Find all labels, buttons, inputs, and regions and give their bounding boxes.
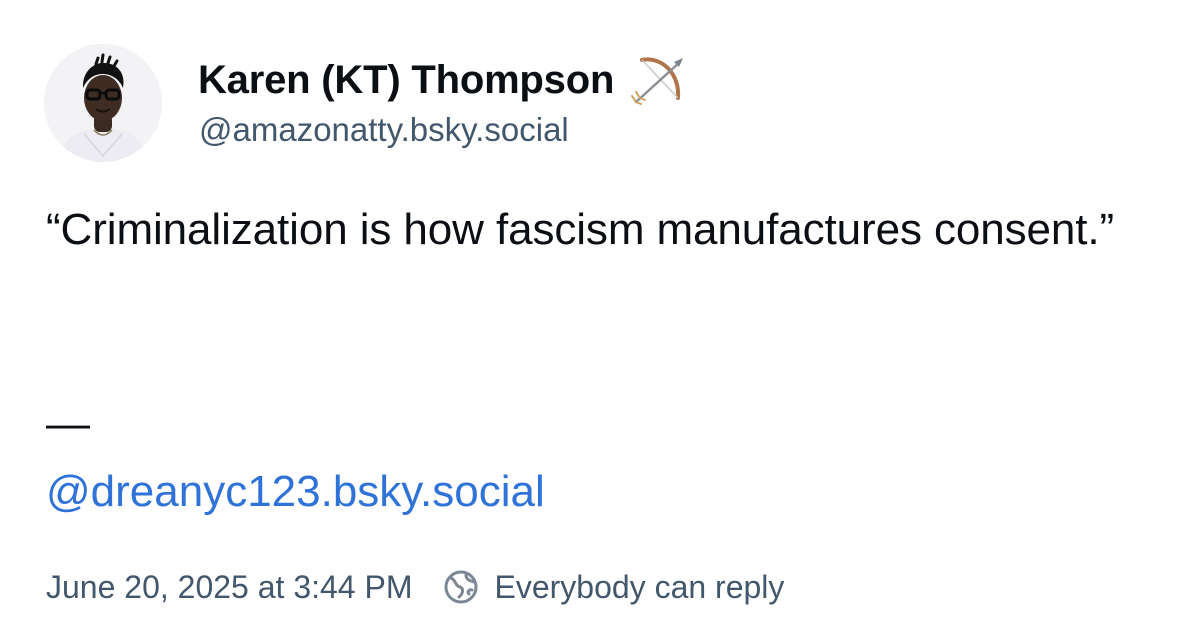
post-separator: — — [46, 399, 90, 448]
mention-link[interactable]: @dreanyc123.bsky.social — [46, 464, 545, 520]
post-timestamp[interactable]: June 20, 2025 at 3:44 PM — [46, 569, 412, 606]
reply-setting-label: Everybody can reply — [494, 568, 785, 605]
author-name-row: Karen (KT) Thompson — [198, 52, 690, 108]
post-text: “Criminalization is how fascism manufact… — [46, 205, 1115, 254]
author-display-name[interactable]: Karen (KT) Thompson — [198, 60, 614, 100]
post-meta: June 20, 2025 at 3:44 PM Everybody can r… — [46, 566, 784, 608]
bow-and-arrow-icon — [631, 57, 684, 105]
avatar-photo — [44, 44, 162, 162]
author-handle[interactable]: @amazonatty.bsky.social — [199, 111, 569, 148]
post-card: Karen (KT) Thompson @amazonatty.bsky.soc… — [0, 0, 1200, 641]
avatar[interactable] — [44, 44, 162, 162]
reply-setting: Everybody can reply — [442, 568, 784, 606]
globe-icon — [444, 570, 478, 604]
